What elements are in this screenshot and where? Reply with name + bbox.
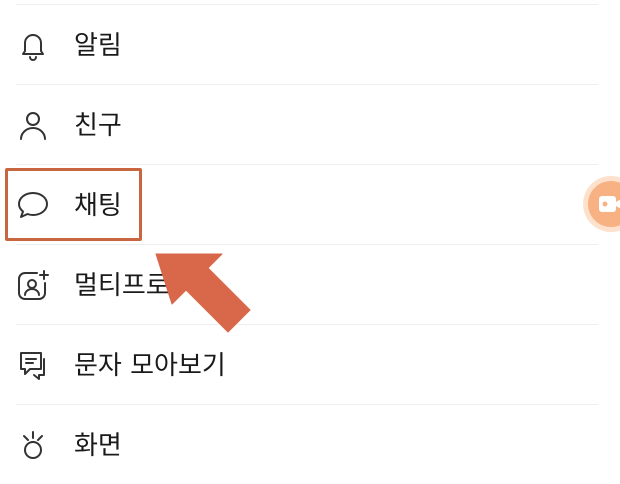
pointer-arrow-icon bbox=[155, 253, 251, 333]
bell-icon bbox=[16, 28, 50, 62]
menu-item-label: 친구 bbox=[74, 111, 122, 141]
menu-item-screen[interactable]: 화면 bbox=[0, 404, 600, 484]
menu-item-friends[interactable]: 친구 bbox=[0, 84, 600, 164]
menu-item-multi-profile[interactable]: 멀티프로 bbox=[0, 244, 600, 324]
menu-item-label: 화면 bbox=[74, 431, 122, 461]
fab-inner bbox=[588, 181, 620, 227]
menu-item-message-collection[interactable]: 문자 모아보기 bbox=[0, 324, 600, 404]
menu-item-label: 문자 모아보기 bbox=[74, 351, 226, 381]
person-icon bbox=[16, 108, 50, 142]
highlight-box bbox=[5, 168, 142, 241]
menu-item-label: 알림 bbox=[74, 31, 122, 61]
message-collection-icon bbox=[16, 348, 50, 382]
menu-item-notifications[interactable]: 알림 bbox=[0, 4, 600, 84]
video-camera-icon bbox=[599, 196, 620, 212]
screen-icon bbox=[16, 428, 50, 462]
multi-profile-icon bbox=[16, 268, 50, 302]
